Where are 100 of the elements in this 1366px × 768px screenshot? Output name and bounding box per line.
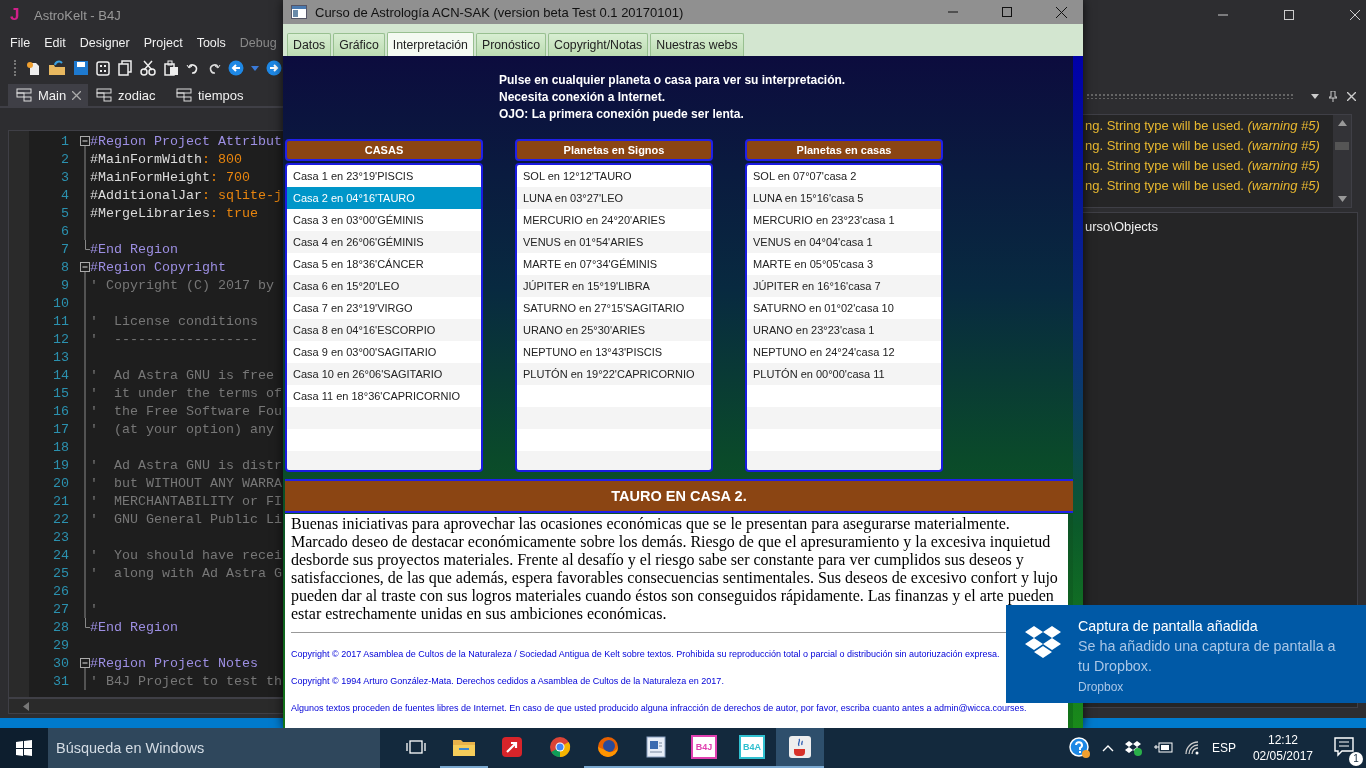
tab[interactable]: Pronóstico (475, 33, 547, 56)
scroll-up-icon[interactable] (1337, 120, 1347, 126)
list-item[interactable]: SOL en 12°12'TAURO (517, 165, 711, 187)
arrow-app-icon[interactable] (501, 736, 523, 758)
list-item[interactable]: Casa 11 en 18°36'CAPRICORNIO (287, 385, 481, 407)
new-file-icon[interactable] (25, 60, 41, 76)
list-item[interactable]: URANO en 23°23'casa 1 (747, 319, 941, 341)
list-item[interactable]: URANO en 25°30'ARIES (517, 319, 711, 341)
tab[interactable]: Interpretación (386, 32, 474, 56)
list-item[interactable]: VENUS en 01°54'ARIES (517, 231, 711, 253)
app-icon[interactable]: B4J (691, 735, 717, 759)
back-icon[interactable] (228, 60, 244, 76)
list-item[interactable]: Casa 8 en 04°16'ESCORPIO (287, 319, 481, 341)
copyright-text: Algunos textos proceden de fuentes libres de Internet. En caso de que usted producido alguna infracción de derechos de autor, por favor, escriba cuanto antes a admin@wicca.courses. (291, 703, 1028, 714)
line-number: 3 (60, 169, 70, 185)
caret-icon[interactable] (251, 65, 259, 71)
list-item[interactable]: Casa 3 en 03°00'GÉMINIS (287, 209, 481, 231)
dropbox-icon (1025, 626, 1061, 658)
list-item[interactable]: SOL en 07°07'casa 2 (747, 165, 941, 187)
menu-item[interactable]: Designer (72, 36, 137, 50)
list-item[interactable]: JÚPITER en 15°19'LIBRA (517, 275, 711, 297)
menu-item[interactable]: Edit (37, 36, 73, 50)
list-item[interactable]: MERCURIO en 24°20'ARIES (517, 209, 711, 231)
save-icon[interactable] (73, 60, 89, 76)
help-icon[interactable] (1068, 737, 1091, 759)
list-item[interactable]: SATURNO en 27°15'SAGITARIO (517, 297, 711, 319)
line-number: 6 (60, 223, 70, 239)
list-item[interactable]: MARTE en 07°34'GÉMINIS (517, 253, 711, 275)
app-logo: J (10, 5, 21, 25)
list-item[interactable]: NEPTUNO en 13°43'PISCIS (517, 341, 711, 363)
search-field[interactable]: Búsqueda en Windows (48, 728, 380, 768)
dropdown-icon[interactable] (1311, 93, 1319, 99)
list-item[interactable]: SATURNO en 01°02'casa 10 (747, 297, 941, 319)
menu-item[interactable]: Project (136, 36, 190, 50)
list-item[interactable]: JÚPITER en 16°16'casa 7 (747, 275, 941, 297)
list-item[interactable]: Casa 9 en 03°00'SAGITARIO (287, 341, 481, 363)
task-view-icon[interactable] (406, 740, 426, 754)
list-item[interactable]: Casa 6 en 15°20'LEO (287, 275, 481, 297)
copyright-text: Copyright © 2017 Asamblea de Cultos de la Naturaleza / Sociedad Antigua de Kelt sobre textos. Prohibida su reproducción total o parcial o distribución sin autoriuzación expresa. (291, 649, 1001, 660)
dropbox-icon[interactable] (1124, 740, 1143, 756)
coffee-cup-icon[interactable] (788, 735, 812, 759)
line-number: 19 (52, 457, 70, 473)
list-item[interactable]: VENUS en 04°04'casa 1 (747, 231, 941, 253)
menu-item[interactable]: Tools (189, 36, 233, 50)
calculator-icon[interactable] (96, 60, 110, 76)
close-icon[interactable] (1056, 6, 1067, 18)
copy-icon[interactable] (117, 60, 133, 76)
list-item[interactable]: LUNA en 15°16'casa 5 (747, 187, 941, 209)
line-number: 30 (52, 655, 70, 671)
code-line: ' License conditions (90, 313, 258, 329)
line-number: 26 (52, 583, 70, 599)
language-indicator[interactable]: ESP (1211, 741, 1236, 755)
folder-icon[interactable] (453, 738, 475, 756)
wifi-icon[interactable] (1184, 741, 1201, 755)
list-item[interactable]: Casa 5 en 18°36'CÁNCER (287, 253, 481, 275)
tab[interactable]: Datos (287, 33, 332, 56)
module-icon (176, 88, 192, 102)
start-button[interactable] (0, 728, 48, 768)
browser-icon[interactable] (549, 736, 571, 758)
document-icon[interactable] (645, 736, 667, 758)
scroll-left-icon[interactable] (23, 701, 29, 711)
browser-icon[interactable] (597, 736, 619, 758)
tab[interactable]: Gráfico (333, 33, 385, 56)
chevron-up-icon[interactable] (1101, 744, 1114, 752)
list-item[interactable]: Casa 7 en 23°19'VIRGO (287, 297, 481, 319)
notice-text: Pulse en cualquier planeta o casa para ver su interpretación. (499, 72, 847, 89)
code-line: #MainFormWidth: 800 (90, 151, 242, 167)
line-number: 18 (52, 439, 70, 455)
editor-tab[interactable]: Main (8, 84, 88, 106)
redo-icon[interactable] (207, 61, 221, 75)
line-number: 8 (60, 259, 70, 275)
scroll-down-icon[interactable] (1337, 196, 1347, 202)
code-line: ' along with Ad Astra G (90, 565, 282, 581)
list-item[interactable]: Casa 10 en 26°06'SAGITARIO (287, 363, 481, 385)
tab[interactable]: Nuestras webs (650, 33, 744, 56)
list-item[interactable]: MARTE en 05°05'casa 3 (747, 253, 941, 275)
list-item[interactable]: MERCURIO en 23°23'casa 1 (747, 209, 941, 231)
list-item[interactable]: NEPTUNO en 24°24'casa 12 (747, 341, 941, 363)
list-item[interactable]: Casa 4 en 26°06'GÉMINIS (287, 231, 481, 253)
paste-icon[interactable] (163, 60, 179, 76)
undo-icon[interactable] (186, 61, 200, 75)
line-number: 7 (60, 241, 70, 257)
battery-icon[interactable] (1153, 742, 1174, 754)
pin-icon[interactable] (1329, 90, 1337, 102)
notification-toast[interactable]: Captura de pantalla añadida Se ha añadido una captura de pantalla a tu Dropbox. Dropbox (1006, 605, 1366, 703)
menu-item[interactable]: File (3, 36, 38, 50)
cut-icon[interactable] (140, 60, 156, 76)
list-item[interactable]: PLUTÓN en 00°00'casa 11 (747, 363, 941, 385)
notifications-icon[interactable] (1334, 736, 1356, 757)
maximize-icon[interactable] (1002, 7, 1012, 17)
editor-tab[interactable]: tiempos (168, 84, 248, 106)
list-item[interactable]: Casa 1 en 23°19'PISCIS (287, 165, 481, 187)
list-item[interactable]: LUNA en 03°27'LEO (517, 187, 711, 209)
scroll-thumb[interactable] (1335, 142, 1349, 150)
folder-icon[interactable] (48, 60, 66, 76)
list-item[interactable]: PLUTÓN en 19°22'CAPRICORNIO (517, 363, 711, 385)
editor-tab[interactable]: zodiac (88, 84, 168, 106)
tab[interactable]: Copyright/Notas (548, 33, 649, 56)
forward-icon[interactable] (266, 60, 282, 76)
close-icon[interactable] (72, 90, 82, 100)
